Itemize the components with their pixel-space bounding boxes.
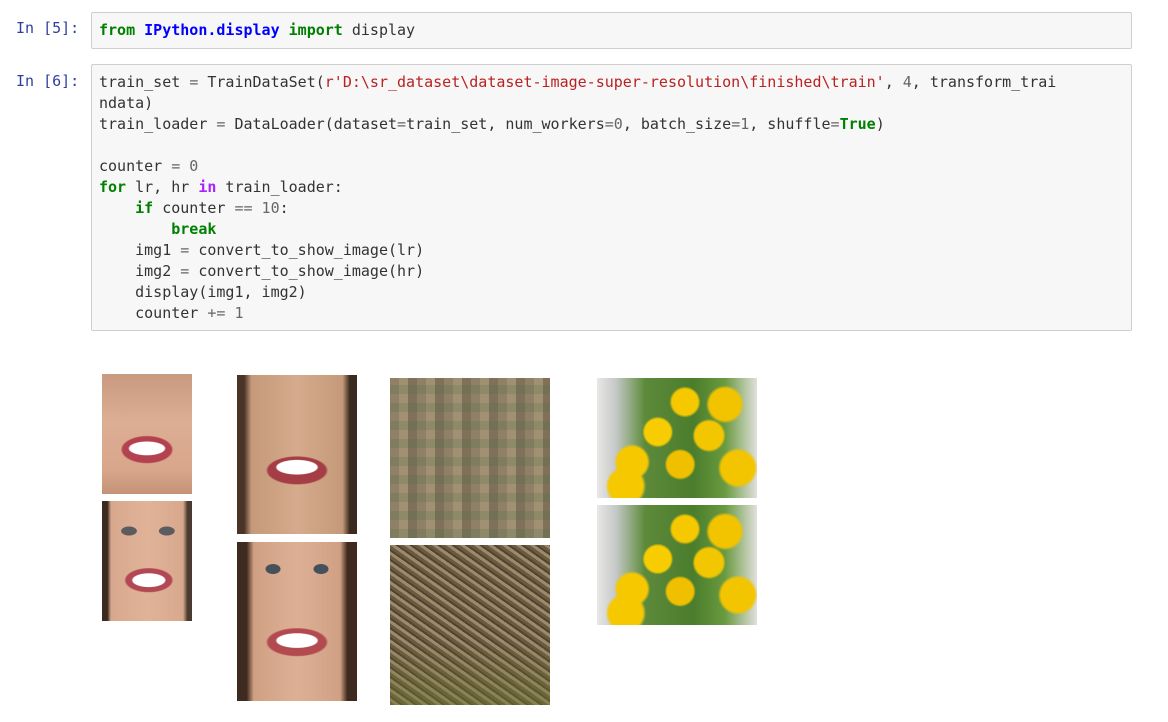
string-literal: r'D:\sr_dataset\dataset-image-super-reso… xyxy=(324,73,885,91)
output-image-hr-4 xyxy=(597,505,757,625)
code-editor-5[interactable]: from IPython.display import display xyxy=(92,13,1131,41)
code-text: lr, hr xyxy=(126,178,199,196)
output-image-hr-1 xyxy=(102,501,192,621)
operator: = xyxy=(171,157,181,175)
input-prompt-6: In [6]: xyxy=(16,72,80,90)
code-text: convert_to_show_image(lr) xyxy=(189,241,425,259)
output-image-lr-1 xyxy=(102,374,192,494)
number-literal: 10 xyxy=(252,199,280,217)
operator: = xyxy=(731,115,741,133)
keyword: import xyxy=(288,21,343,39)
code-text: counter xyxy=(135,304,208,322)
code-text: : xyxy=(279,199,289,217)
keyword: for xyxy=(99,178,127,196)
number-literal: 1 xyxy=(740,115,750,133)
code-text: , transform_trai xyxy=(911,73,1057,91)
code-text: convert_to_show_image(hr) xyxy=(189,262,425,280)
operator: = xyxy=(180,241,190,259)
code-text: counter xyxy=(99,157,172,175)
operator: = xyxy=(604,115,614,133)
output-image-hr-3 xyxy=(390,545,550,705)
code-text: , xyxy=(884,73,903,91)
code-text: ) xyxy=(875,115,885,133)
keyword: True xyxy=(839,115,876,133)
operator: == xyxy=(234,199,253,217)
code-cell-6[interactable]: train_set = TrainDataSet(r'D:\sr_dataset… xyxy=(91,64,1132,331)
code-text: display(img1, img2) xyxy=(135,283,307,301)
code-text: train_set xyxy=(99,73,190,91)
code-text: , batch_size xyxy=(622,115,732,133)
output-image-lr-2 xyxy=(237,375,357,534)
operator: = xyxy=(830,115,840,133)
code-text: img1 xyxy=(135,241,181,259)
code-text: counter xyxy=(153,199,235,217)
number-literal: 1 xyxy=(225,304,244,322)
code-text: train_loader xyxy=(99,115,217,133)
output-image-lr-4 xyxy=(597,378,757,498)
number-literal: 4 xyxy=(902,73,912,91)
operator: = xyxy=(180,262,190,280)
code-text: train_set, num_workers xyxy=(406,115,605,133)
number-literal: 0 xyxy=(180,157,199,175)
operator: += xyxy=(207,304,226,322)
keyword: in xyxy=(198,178,217,196)
keyword: break xyxy=(171,220,217,238)
operator: = xyxy=(189,73,199,91)
number-literal: 0 xyxy=(613,115,623,133)
output-image-lr-3 xyxy=(390,378,550,538)
code-text: TrainDataSet( xyxy=(198,73,325,91)
keyword: from xyxy=(99,21,136,39)
code-text: ndata) xyxy=(99,94,154,112)
output-image-hr-2 xyxy=(237,542,357,701)
code-text: img2 xyxy=(135,262,181,280)
module-name: IPython.display xyxy=(144,21,280,39)
keyword: if xyxy=(135,199,154,217)
code-text: train_loader: xyxy=(216,178,343,196)
code-text: display xyxy=(342,21,416,39)
code-cell-5[interactable]: from IPython.display import display xyxy=(91,12,1132,49)
code-text: , shuffle xyxy=(749,115,831,133)
input-prompt-5: In [5]: xyxy=(16,19,80,37)
operator: = xyxy=(397,115,407,133)
code-text: DataLoader(dataset xyxy=(225,115,398,133)
code-editor-6[interactable]: train_set = TrainDataSet(r'D:\sr_dataset… xyxy=(92,65,1131,324)
